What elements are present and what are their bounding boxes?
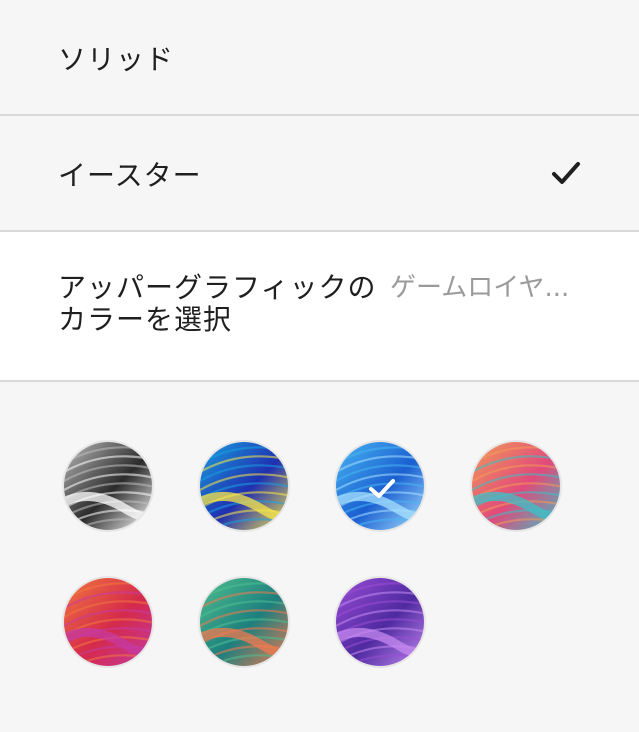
swatch-check-icon <box>369 479 395 498</box>
option-easter-label: イースター <box>58 159 202 192</box>
swatch-pink-coral-art <box>472 442 560 530</box>
upper-graphic-value: ゲームロイヤ... <box>390 273 570 303</box>
swatch-red-magenta-art <box>64 578 152 666</box>
swatch-blue-yellow[interactable] <box>198 440 290 532</box>
option-solid[interactable]: ソリッド <box>0 0 639 114</box>
color-swatch-grid <box>0 382 639 732</box>
swatch-sky-blue[interactable] <box>334 440 426 532</box>
upper-graphic-label: アッパーグラフィックのカラーを選択 <box>58 271 377 336</box>
swatch-monochrome-art <box>64 442 152 530</box>
swatch-red-magenta[interactable] <box>62 576 154 668</box>
swatch-teal-green[interactable] <box>198 576 290 668</box>
swatch-pink-coral[interactable] <box>470 440 562 532</box>
option-easter[interactable]: イースター <box>0 116 639 230</box>
swatch-purple[interactable] <box>334 576 426 668</box>
upper-graphic-color-setting[interactable]: アッパーグラフィックのカラーを選択 ゲームロイヤ... <box>0 232 639 380</box>
swatch-monochrome[interactable] <box>62 440 154 532</box>
option-solid-label: ソリッド <box>58 43 175 76</box>
checkmark-icon <box>552 162 580 184</box>
swatch-blue-yellow-art <box>200 442 288 530</box>
swatch-purple-art <box>336 578 424 666</box>
swatch-teal-green-art <box>200 578 288 666</box>
